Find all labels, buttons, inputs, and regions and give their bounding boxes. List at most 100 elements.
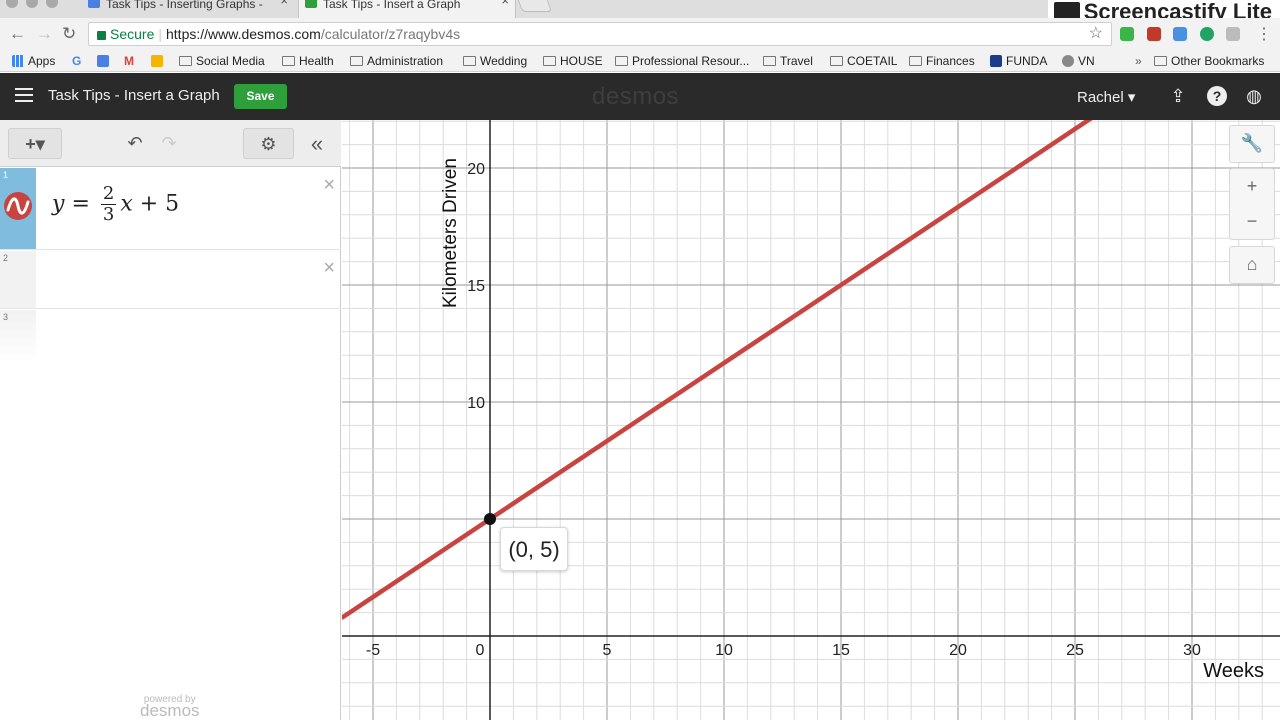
- desmos-header: Task Tips - Insert a Graph Save desmos R…: [0, 73, 1280, 120]
- add-item-button[interactable]: +▾: [8, 128, 62, 159]
- zoom-in-button[interactable]: +: [1230, 169, 1274, 204]
- share-icon[interactable]: ⇪: [1168, 86, 1188, 106]
- expression-row[interactable]: 1 y = 23x + 5 ×: [0, 168, 341, 250]
- bookmark-other[interactable]: Other Bookmarks: [1154, 54, 1264, 68]
- folder-icon: [763, 56, 776, 66]
- y-tick-label: 10: [467, 395, 485, 412]
- docs-icon: [88, 0, 100, 8]
- inbox-icon[interactable]: [97, 54, 113, 68]
- extension-icon[interactable]: [1226, 27, 1240, 41]
- google-icon[interactable]: G: [72, 54, 81, 68]
- browser-tab-strip: Task Tips - Inserting Graphs - × Task Ti…: [0, 0, 1280, 24]
- x-tick-label: 25: [1066, 642, 1084, 659]
- tab-title: Task Tips - Insert a Graph: [323, 0, 461, 11]
- settings-gear-icon[interactable]: ⚙: [243, 128, 294, 159]
- keep-icon[interactable]: [151, 54, 167, 68]
- delete-expression-icon[interactable]: ×: [323, 174, 335, 197]
- zoom-controls: + −: [1229, 168, 1275, 240]
- extension-icon[interactable]: [1200, 27, 1214, 41]
- gmail-icon[interactable]: M: [124, 54, 134, 68]
- bookmark-wedding[interactable]: Wedding: [463, 54, 527, 68]
- reload-icon[interactable]: ↻: [62, 24, 76, 44]
- graph-paper[interactable]: -5 0 5 10 15 20 25 30 10 15 20 Kilometers Driven Wee…: [342, 120, 1280, 720]
- folder-icon: [543, 56, 556, 66]
- extension-icon[interactable]: [1147, 27, 1161, 41]
- powered-by-desmos: powered by desmos: [140, 694, 200, 720]
- extension-icon[interactable]: [1173, 27, 1187, 41]
- new-tab-button[interactable]: [517, 0, 553, 12]
- zoom-out-button[interactable]: −: [1230, 204, 1274, 239]
- close-tab-icon[interactable]: ×: [280, 0, 288, 7]
- lock-icon: [97, 31, 106, 40]
- bookmark-house[interactable]: HOUSE: [543, 54, 603, 68]
- help-icon[interactable]: ?: [1207, 86, 1227, 106]
- bookmark-professional[interactable]: Professional Resour...: [615, 54, 749, 68]
- bookmark-coetail[interactable]: COETAIL: [830, 54, 897, 68]
- expression-gutter: 3: [0, 310, 36, 362]
- expression-gutter: 2: [0, 251, 36, 308]
- expression-math[interactable]: y = 23x + 5: [52, 184, 179, 225]
- browser-tab-inserting-graphs[interactable]: Task Tips - Inserting Graphs - ×: [82, 0, 294, 18]
- x-tick-label: 0: [476, 642, 485, 659]
- bookmark-social-media[interactable]: Social Media: [179, 54, 265, 68]
- point-coordinate-tooltip: (0, 5): [500, 527, 568, 571]
- bookmark-star-icon[interactable]: ☆: [1089, 23, 1103, 45]
- x-tick-label: -5: [366, 642, 380, 659]
- apps-grid-icon: [12, 55, 24, 67]
- folder-icon: [830, 56, 843, 66]
- folder-icon: [282, 56, 295, 66]
- expression-row[interactable]: 2 ×: [0, 251, 341, 309]
- folder-icon: [463, 56, 476, 66]
- minimize-window-icon[interactable]: [26, 0, 38, 8]
- x-axis-label: Weeks: [1203, 660, 1264, 682]
- globe-icon[interactable]: ◍: [1244, 86, 1264, 106]
- bookmark-funda[interactable]: FUNDA: [990, 54, 1047, 68]
- expression-toolbar: +▾ ↶ ↷ ⚙ «: [0, 120, 341, 167]
- x-tick-label: 20: [949, 642, 967, 659]
- hamburger-menu-icon[interactable]: [15, 88, 33, 102]
- address-bar-row: ← → ↻ Secure | https://www.desmos.com/calc…: [0, 18, 1280, 50]
- bookmark-administration[interactable]: Administration: [350, 54, 443, 68]
- graph-settings-wrench-icon[interactable]: 🔧: [1229, 125, 1275, 163]
- folder-icon: [1154, 56, 1167, 66]
- tab-title: Task Tips - Inserting Graphs -: [106, 0, 263, 11]
- back-icon[interactable]: ←: [9, 24, 26, 44]
- undo-icon[interactable]: ↶: [120, 128, 150, 159]
- collapse-panel-icon[interactable]: «: [302, 128, 332, 159]
- bookmarks-bar: Apps G M Social Media Health Administrat…: [0, 50, 1280, 72]
- bookmarks-overflow-icon[interactable]: »: [1135, 54, 1142, 68]
- url-input[interactable]: Secure | https://www.desmos.com/calculator…: [88, 22, 1112, 46]
- user-menu[interactable]: Rachel ▾: [1077, 88, 1135, 106]
- url-path: /calculator/z7raqybv4s: [320, 26, 461, 42]
- bookmark-apps[interactable]: Apps: [12, 54, 55, 68]
- save-button[interactable]: Save: [234, 84, 287, 109]
- folder-icon: [350, 56, 363, 66]
- x-tick-label: 5: [603, 642, 612, 659]
- home-icon[interactable]: ⌂: [1229, 246, 1275, 284]
- expression-row[interactable]: 3: [0, 310, 341, 362]
- graph-title[interactable]: Task Tips - Insert a Graph: [48, 87, 220, 104]
- bookmark-travel[interactable]: Travel: [763, 54, 813, 68]
- close-tab-icon[interactable]: ×: [501, 0, 509, 7]
- x-tick-label: 15: [832, 642, 850, 659]
- close-window-icon[interactable]: [6, 0, 18, 8]
- delete-expression-icon[interactable]: ×: [323, 257, 335, 280]
- url-host: https://www.desmos.com: [166, 26, 321, 42]
- folder-icon: [179, 56, 192, 66]
- forward-icon[interactable]: →: [36, 24, 53, 44]
- desmos-logo: desmos: [592, 83, 680, 110]
- bookmark-health[interactable]: Health: [282, 54, 334, 68]
- bookmark-finances[interactable]: Finances: [909, 54, 975, 68]
- bookmark-vn[interactable]: VN: [1062, 54, 1095, 68]
- highlight-point: [484, 513, 496, 525]
- desmos-favicon-icon: [305, 0, 317, 8]
- maximize-window-icon[interactable]: [46, 0, 58, 8]
- y-tick-label: 15: [467, 278, 485, 295]
- folder-icon: [615, 56, 628, 66]
- extension-icon[interactable]: [1120, 27, 1134, 41]
- redo-icon[interactable]: ↷: [154, 128, 184, 159]
- graph-canvas[interactable]: -5 0 5 10 15 20 25 30 10 15 20 Kilometers Driven Wee…: [342, 120, 1280, 720]
- browser-tab-insert-a-graph[interactable]: Task Tips - Insert a Graph ×: [298, 0, 516, 18]
- graph-color-toggle-icon[interactable]: [4, 192, 32, 220]
- chrome-menu-icon[interactable]: ⋮: [1256, 24, 1272, 44]
